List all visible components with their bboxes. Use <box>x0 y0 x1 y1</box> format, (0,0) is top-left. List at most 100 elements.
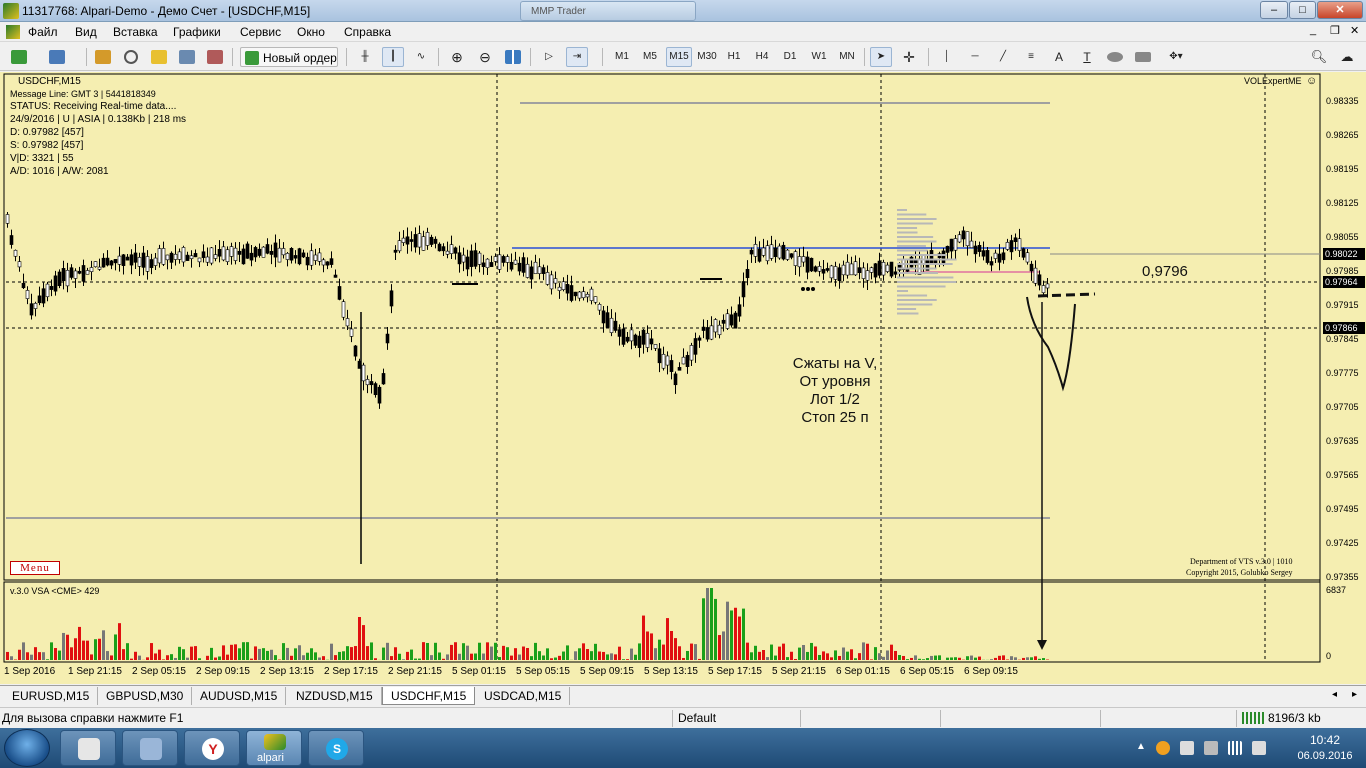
new-order-button[interactable]: Новый ордер <box>240 47 338 67</box>
tab-usdchf[interactable]: USDCHF,M15 <box>382 687 476 705</box>
tray-expand-icon[interactable]: ▲ <box>1136 741 1146 752</box>
crosshair-icon[interactable]: ✛ <box>898 47 920 67</box>
volume-bar <box>246 642 249 660</box>
candle-body <box>353 345 358 357</box>
menu-window[interactable]: Окно <box>297 25 325 39</box>
candle-body <box>525 263 530 278</box>
volume-bar <box>838 655 841 660</box>
taskbar-calculator[interactable] <box>60 730 116 766</box>
candle-body <box>273 242 278 258</box>
timeframe-m1[interactable]: M1 <box>610 47 634 67</box>
taskbar-yandex-browser[interactable]: Y <box>184 730 240 766</box>
tab-audusd[interactable]: AUDUSD,M15 <box>192 687 287 705</box>
mdi-close-icon[interactable]: ✕ <box>1350 24 1359 37</box>
volume-bar <box>870 659 873 660</box>
candle-body <box>189 255 194 259</box>
tray-device-icon[interactable] <box>1204 741 1218 755</box>
tile-windows-icon[interactable] <box>502 47 524 67</box>
tab-scroll-left-icon[interactable]: ◂ <box>1332 689 1337 700</box>
navigator-icon[interactable] <box>120 47 142 67</box>
new-chart-icon[interactable] <box>8 47 30 67</box>
volume-bar <box>462 643 465 660</box>
candle-body <box>9 235 14 245</box>
timeframe-d1[interactable]: D1 <box>778 47 802 67</box>
volume-bar <box>62 632 65 660</box>
candle-body <box>5 214 10 224</box>
tab-scroll-right-icon[interactable]: ▸ <box>1352 689 1357 700</box>
tab-gbpusd[interactable]: GBPUSD,M30 <box>98 687 193 705</box>
vertical-line-icon[interactable]: │ <box>936 47 958 67</box>
taskbar-skype[interactable]: S <box>308 730 364 766</box>
indicator-menu-button[interactable]: Menu <box>10 561 60 575</box>
tray-flag-icon[interactable] <box>1180 741 1194 755</box>
mdi-restore-icon[interactable]: ❐ <box>1330 24 1340 37</box>
candle-body <box>625 336 630 342</box>
rectangle-icon[interactable] <box>1132 47 1154 67</box>
tab-usdcad[interactable]: USDCAD,M15 <box>476 687 571 705</box>
menu-view[interactable]: Вид <box>75 25 97 39</box>
search-icon[interactable]: 🔍︎ <box>1308 47 1330 67</box>
arrows-dropdown-icon[interactable]: ✥▾ <box>1160 47 1192 67</box>
auto-scroll-icon[interactable]: ▷ <box>538 47 560 67</box>
timeframe-m5[interactable]: M5 <box>638 47 662 67</box>
text-label-icon[interactable]: T <box>1076 47 1098 67</box>
close-button[interactable]: ✕ <box>1317 1 1363 19</box>
taskbar-explorer[interactable] <box>122 730 178 766</box>
volume-bar <box>966 656 969 660</box>
volume-bar <box>42 652 45 660</box>
cursor-icon[interactable]: ➤ <box>870 47 892 67</box>
chart-icon[interactable] <box>6 25 20 39</box>
tray-time[interactable]: 10:42 <box>1290 733 1360 747</box>
volume-bar <box>58 650 61 660</box>
tab-nzdusd[interactable]: NZDUSD,M15 <box>288 687 382 705</box>
candlestick-icon[interactable]: ┃ <box>382 47 404 67</box>
candle-body <box>837 267 842 282</box>
strategy-tester-icon[interactable] <box>204 47 226 67</box>
timeframe-mn[interactable]: MN <box>834 47 860 67</box>
tab-eurusd[interactable]: EURUSD,M15 <box>4 687 99 705</box>
tray-avast-icon[interactable] <box>1156 741 1170 755</box>
timeframe-w1[interactable]: W1 <box>806 47 832 67</box>
chart-shift-icon[interactable]: ⇥ <box>566 47 588 67</box>
tray-volume-icon[interactable] <box>1252 741 1266 755</box>
channel-icon[interactable]: ≡ <box>1020 47 1042 67</box>
bar-chart-icon[interactable]: ╫ <box>354 47 376 67</box>
volume-bar <box>362 625 365 660</box>
zoom-out-icon[interactable]: ⊖ <box>474 47 496 67</box>
menu-file[interactable]: Файл <box>28 25 58 39</box>
windows-taskbar: Y alpari S ▲ 10:42 06.09.2016 <box>0 728 1366 768</box>
start-button[interactable] <box>4 729 50 767</box>
candle-body <box>601 310 606 324</box>
menu-tools[interactable]: Сервис <box>240 25 281 39</box>
tray-network-icon[interactable] <box>1228 741 1242 755</box>
market-watch-icon[interactable] <box>92 47 114 67</box>
favorites-icon[interactable] <box>148 47 170 67</box>
mdi-minimize-icon[interactable]: _ <box>1310 24 1316 36</box>
profiles-icon[interactable] <box>46 47 68 67</box>
maximize-button[interactable]: □ <box>1289 1 1316 19</box>
tray-date[interactable]: 06.09.2016 <box>1290 750 1360 762</box>
candle-body <box>701 326 706 331</box>
timeframe-m15[interactable]: M15 <box>666 47 692 67</box>
timeframe-m30[interactable]: M30 <box>694 47 720 67</box>
menu-insert[interactable]: Вставка <box>113 25 158 39</box>
menu-help[interactable]: Справка <box>344 25 391 39</box>
text-tool-icon[interactable]: A <box>1048 47 1070 67</box>
candle-body <box>705 327 710 340</box>
menu-charts[interactable]: Графики <box>173 25 221 39</box>
community-icon[interactable]: ☁ <box>1336 47 1358 67</box>
line-chart-icon[interactable]: ∿ <box>410 47 432 67</box>
terminal-icon[interactable] <box>176 47 198 67</box>
timeframe-h4[interactable]: H4 <box>750 47 774 67</box>
background-window-tab[interactable]: MMP Trader <box>520 1 696 21</box>
chart-window[interactable]: USDCHF,M15 Message Line: GMT 3 | 5441818… <box>0 72 1366 684</box>
trendline-icon[interactable]: ╱ <box>992 47 1014 67</box>
zoom-in-icon[interactable]: ⊕ <box>446 47 468 67</box>
candle-body <box>729 314 734 326</box>
timeframe-h1[interactable]: H1 <box>722 47 746 67</box>
horizontal-line-icon[interactable]: ─ <box>964 47 986 67</box>
minimize-button[interactable]: – <box>1260 1 1288 19</box>
ellipse-icon[interactable] <box>1104 47 1126 67</box>
taskbar-alpari[interactable]: alpari <box>246 730 302 766</box>
chart-canvas[interactable] <box>0 72 1366 684</box>
